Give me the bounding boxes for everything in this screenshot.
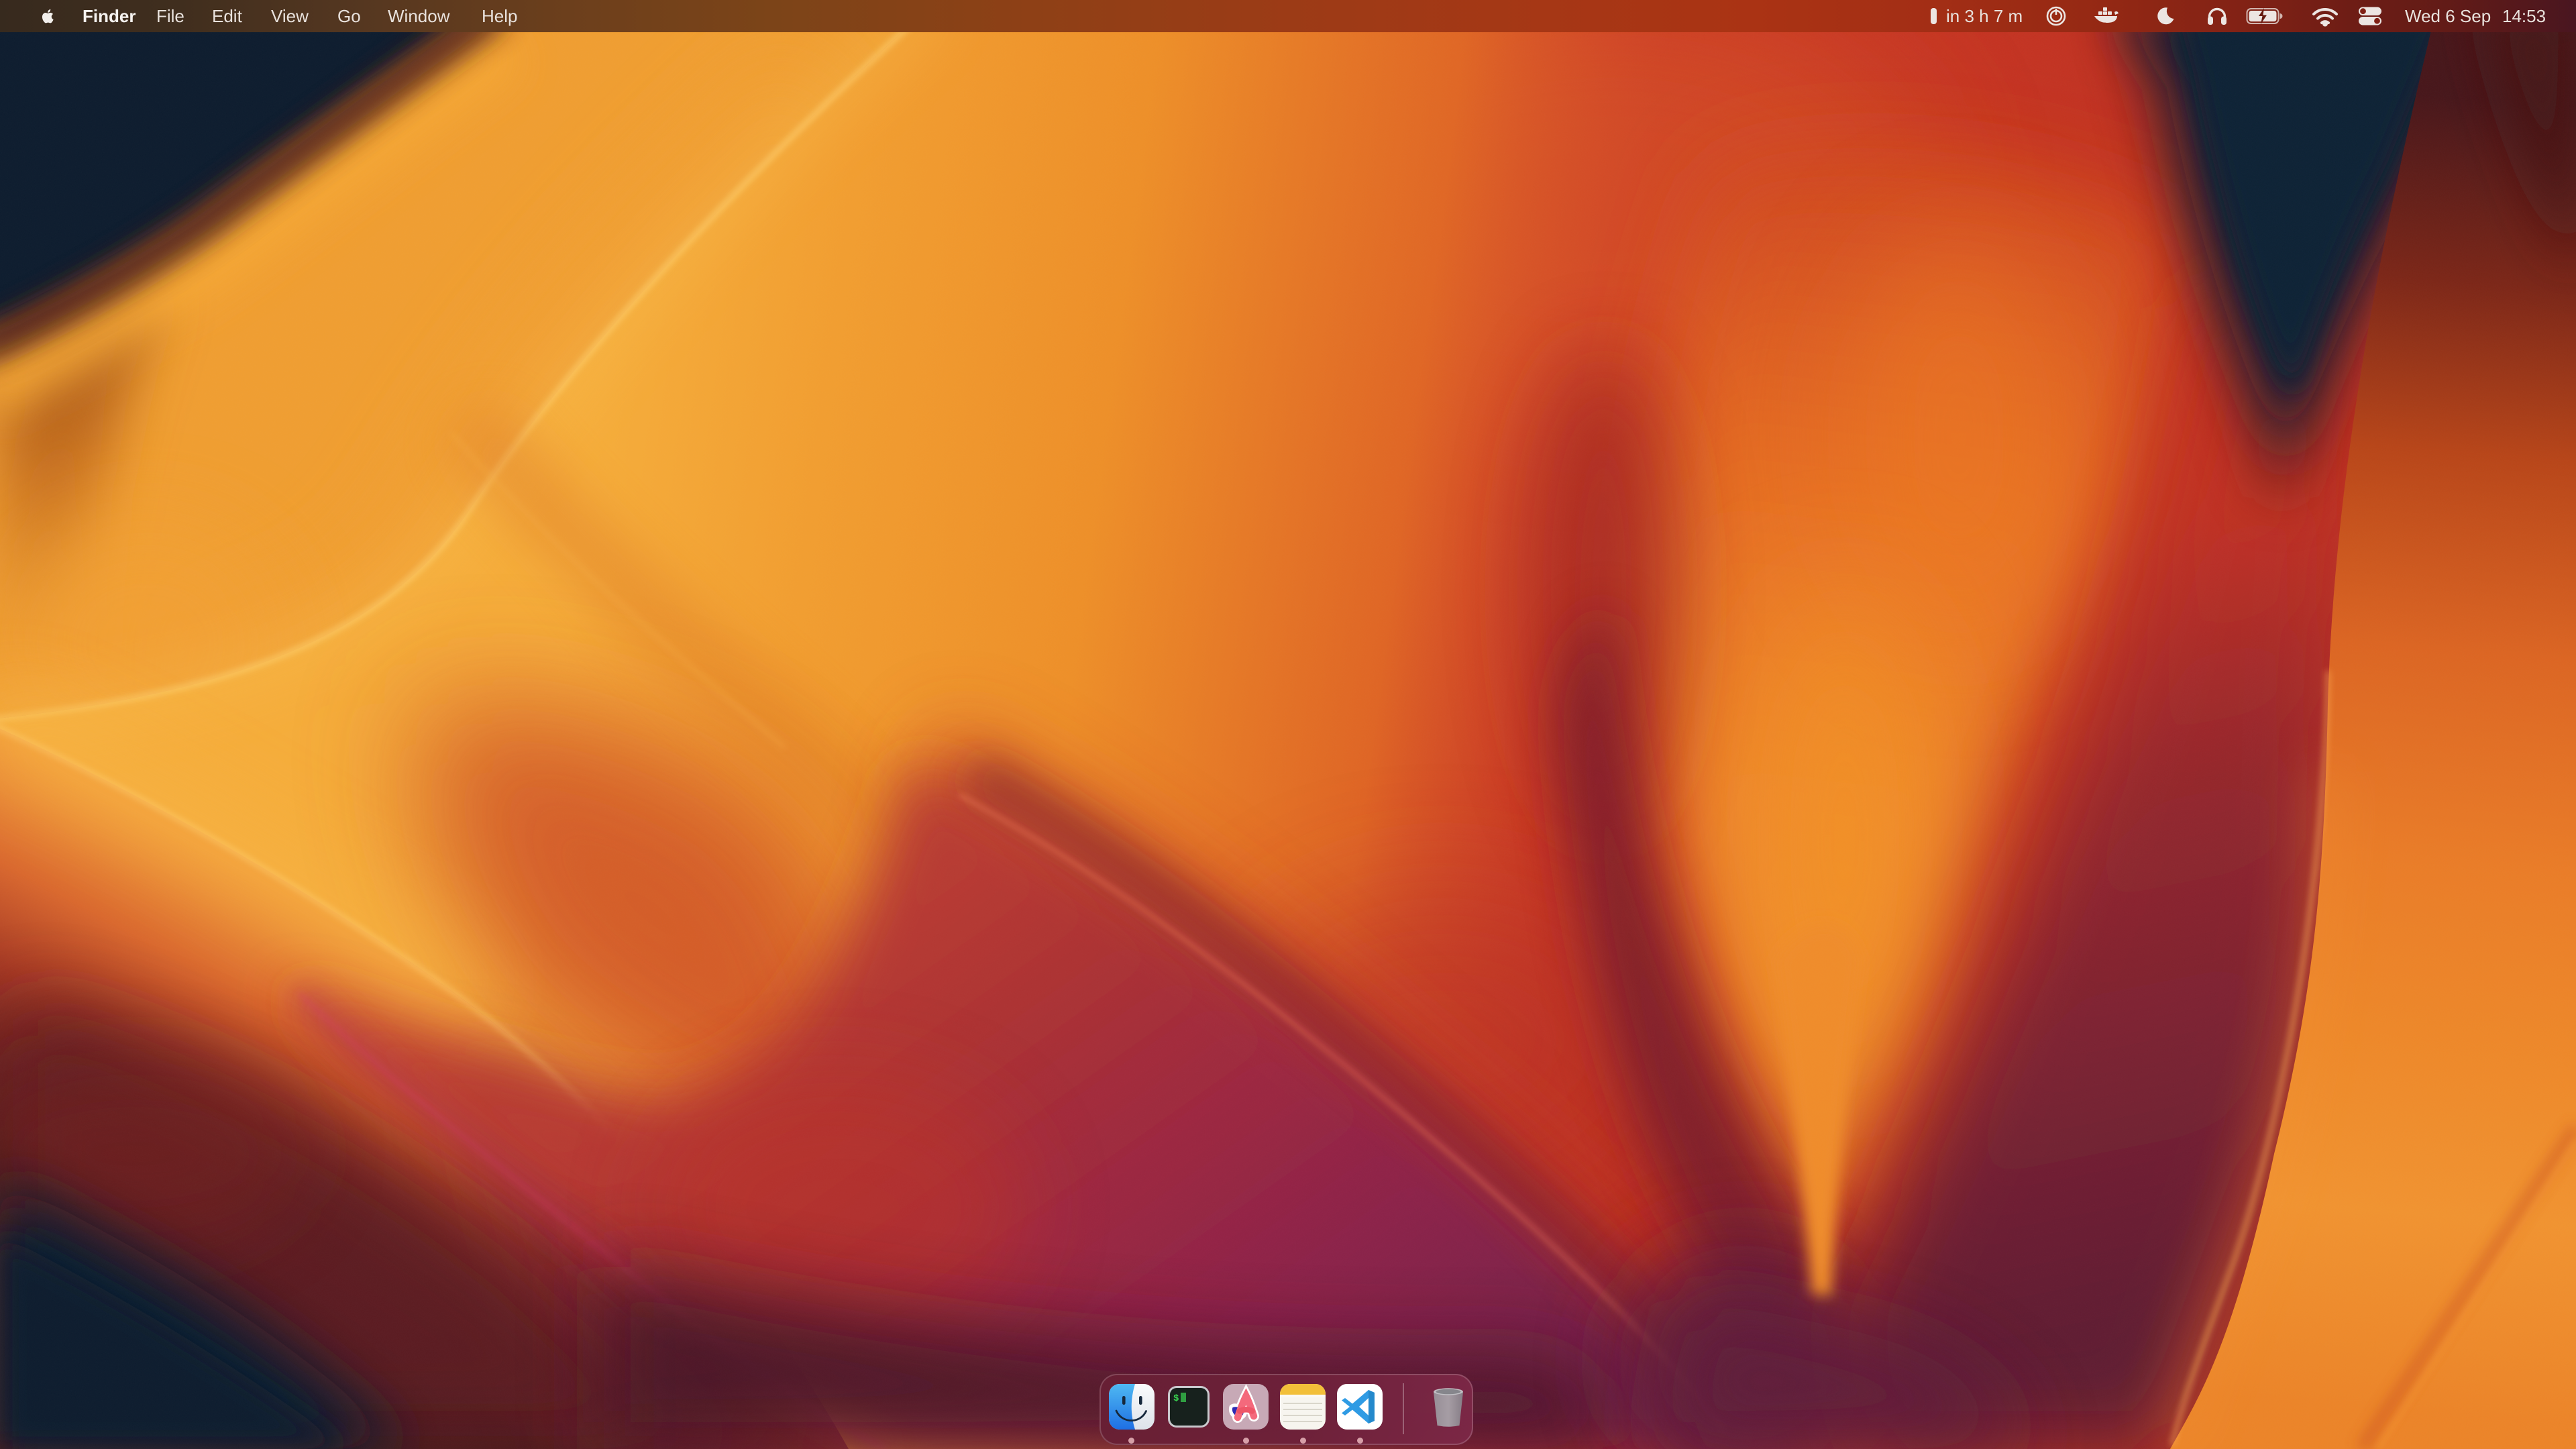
svg-text:$: $ — [1173, 1393, 1179, 1404]
